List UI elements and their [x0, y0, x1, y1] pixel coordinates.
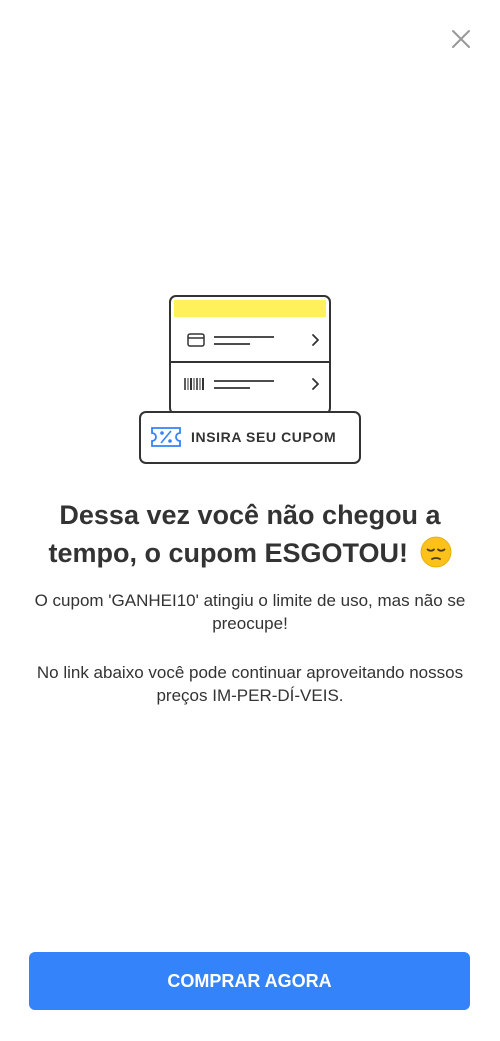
info-paragraph-1: O cupom 'GANHEI10' atingiu o limite de u… [34, 591, 466, 633]
info-paragraph-2: No link abaixo você pode continuar aprov… [36, 663, 464, 705]
headline-line2: tempo, o cupom ESGOTOU! [48, 538, 408, 568]
close-button[interactable] [444, 22, 478, 56]
coupon-label: INSIRA SEU CUPOM [191, 429, 336, 445]
headline: Dessa vez você não chegou a tempo, o cup… [20, 496, 480, 572]
barcode-icon [184, 378, 204, 390]
headline-line1: Dessa vez você não chegou a [59, 500, 441, 530]
accent-bar [174, 300, 326, 317]
pensive-face-emoji [420, 536, 451, 568]
close-icon [452, 30, 470, 48]
buy-now-button[interactable]: COMPRAR AGORA [29, 952, 470, 1010]
coupon-illustration: INSIRA SEU CUPOM [136, 292, 364, 468]
